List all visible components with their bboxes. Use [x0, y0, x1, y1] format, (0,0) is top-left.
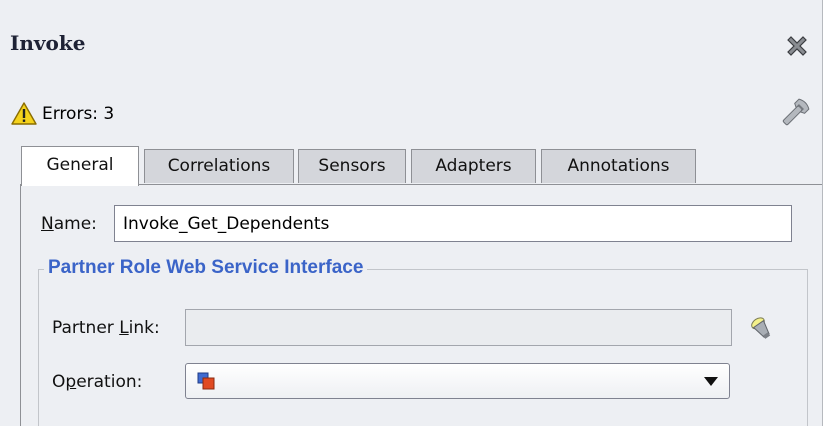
operation-select[interactable] — [185, 363, 730, 399]
partner-link-field[interactable] — [185, 309, 732, 346]
tab-label: Adapters — [435, 156, 512, 176]
mnemonic-char: L — [119, 318, 129, 338]
dialog-title: Invoke — [10, 31, 86, 55]
tab-general[interactable]: General — [21, 146, 139, 186]
tab-label: Sensors — [318, 156, 386, 176]
operation-label: Operation: — [52, 372, 142, 392]
name-input[interactable] — [114, 205, 792, 242]
label-text: ame: — [53, 214, 97, 234]
name-label: Name: — [41, 214, 97, 234]
wrench-icon[interactable] — [776, 96, 812, 132]
tab-sensors[interactable]: Sensors — [298, 149, 406, 183]
errors-count[interactable]: Errors: 3 — [42, 104, 114, 124]
tab-adapters[interactable]: Adapters — [411, 149, 536, 183]
flashlight-browse-icon[interactable] — [748, 315, 776, 343]
label-text: eration: — [76, 372, 143, 392]
group-title: Partner Role Web Service Interface — [44, 257, 368, 279]
close-icon[interactable] — [784, 33, 810, 59]
partner-role-group — [38, 269, 808, 426]
label-text: O — [52, 372, 66, 392]
label-text: Partner — [52, 318, 120, 338]
chevron-down-icon[interactable] — [704, 377, 718, 386]
tab-correlations[interactable]: Correlations — [144, 149, 294, 183]
operation-icon — [197, 372, 215, 390]
mnemonic-char: p — [65, 372, 77, 392]
tab-annotations[interactable]: Annotations — [541, 149, 696, 183]
warning-icon — [11, 102, 37, 125]
invoke-dialog: Invoke Errors: 3 General Correlations Se… — [0, 0, 823, 426]
tab-label: General — [46, 155, 114, 175]
mnemonic-char: N — [41, 214, 54, 234]
partner-link-label: Partner Link: — [52, 318, 160, 338]
tab-label: Annotations — [567, 156, 670, 176]
label-text: ink: — [128, 318, 160, 338]
tab-label: Correlations — [167, 156, 271, 176]
